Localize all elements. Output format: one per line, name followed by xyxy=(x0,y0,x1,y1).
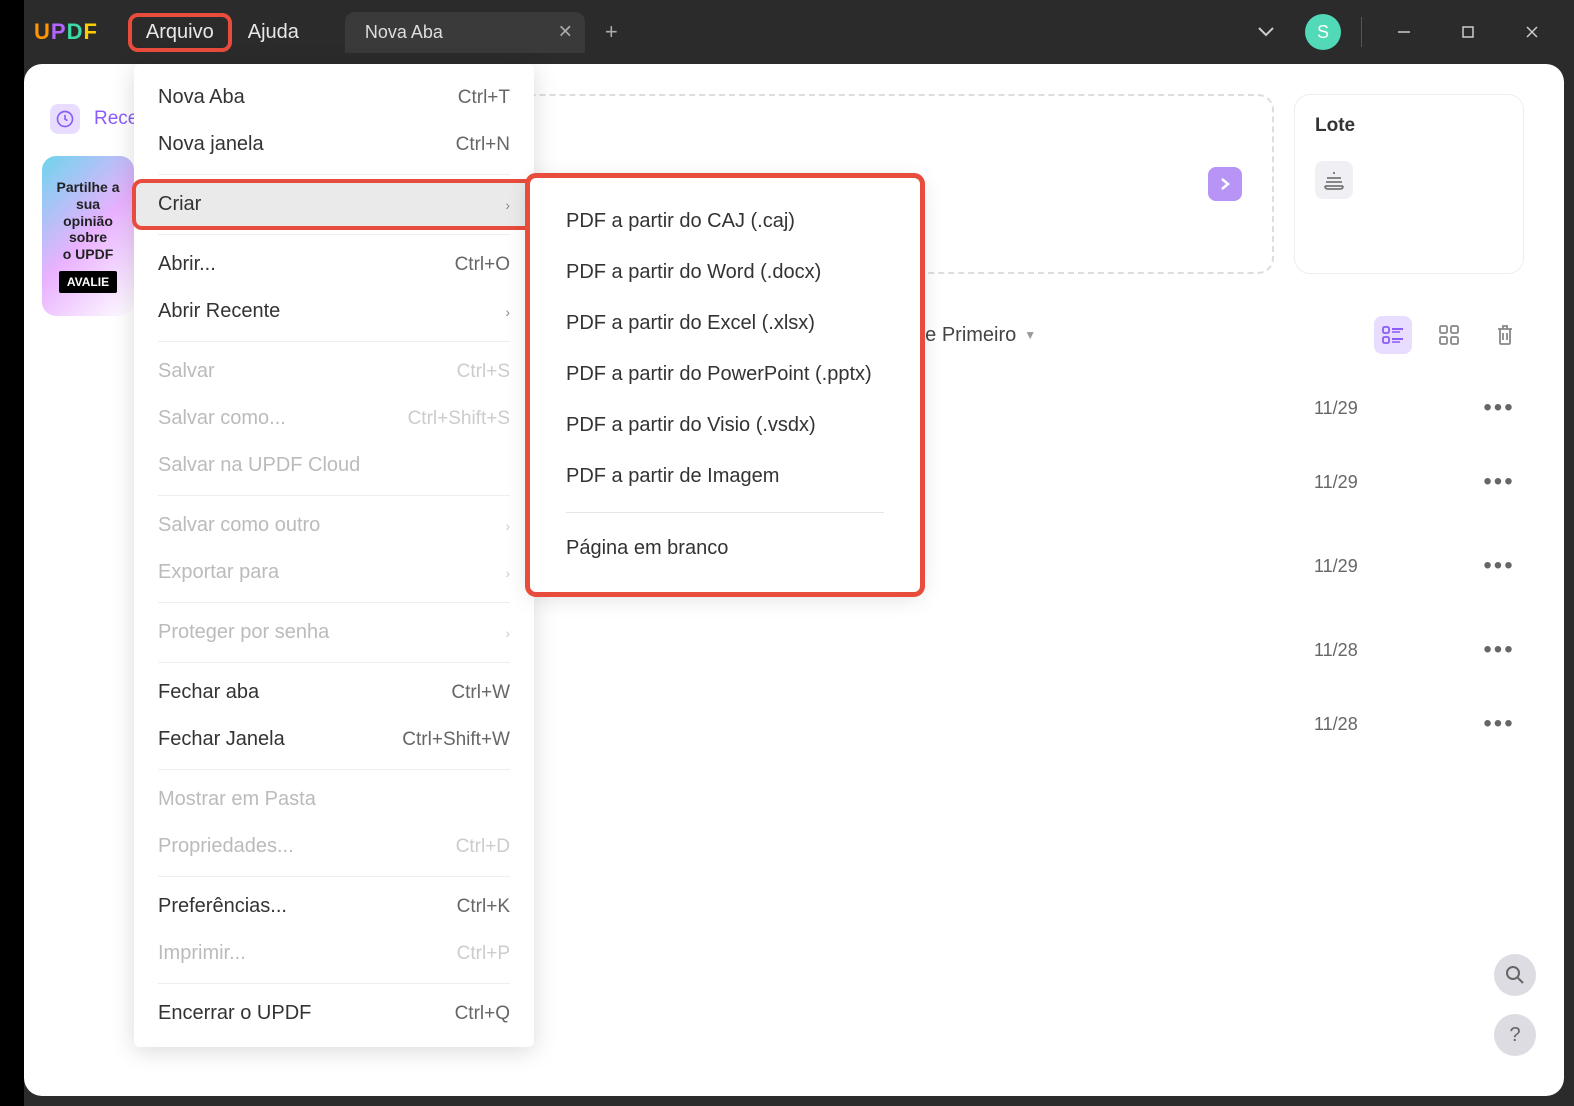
more-icon[interactable]: ••• xyxy=(1474,636,1524,664)
grid-view-button[interactable] xyxy=(1430,316,1468,354)
submenu-item-caj[interactable]: PDF a partir do CAJ (.caj) xyxy=(550,196,900,247)
menu-item-salvar-outro: Salvar como outro › xyxy=(134,502,534,549)
menu-item-salvar-como: Salvar como... Ctrl+Shift+S xyxy=(134,395,534,442)
help-button[interactable]: ? xyxy=(1494,1014,1536,1056)
chevron-right-icon: › xyxy=(505,565,510,581)
menu-separator xyxy=(158,983,510,984)
minimize-button[interactable] xyxy=(1382,18,1426,46)
menu-separator xyxy=(158,234,510,235)
close-window-button[interactable] xyxy=(1510,18,1554,46)
promo-text: Partilhe a sua opinião sobre o UPDF xyxy=(50,179,126,263)
submenu-item-visio[interactable]: PDF a partir do Visio (.vsdx) xyxy=(550,400,900,451)
menu-item-salvar: Salvar Ctrl+S xyxy=(134,348,534,395)
menu-arquivo-button[interactable]: Arquivo xyxy=(128,13,232,52)
close-icon[interactable]: ✕ xyxy=(558,22,573,43)
menu-item-abrir-recente[interactable]: Abrir Recente › xyxy=(134,288,534,335)
more-icon[interactable]: ••• xyxy=(1474,468,1524,496)
menu-separator xyxy=(158,769,510,770)
clock-icon xyxy=(50,104,80,134)
menu-item-abrir[interactable]: Abrir... Ctrl+O xyxy=(134,241,534,288)
menu-separator xyxy=(158,174,510,175)
chevron-right-icon: › xyxy=(505,197,510,213)
search-button[interactable] xyxy=(1494,954,1536,996)
menu-item-fechar-janela[interactable]: Fechar Janela Ctrl+Shift+W xyxy=(134,716,534,763)
submenu-criar: PDF a partir do CAJ (.caj) PDF a partir … xyxy=(530,178,920,592)
submenu-item-word[interactable]: PDF a partir do Word (.docx) xyxy=(550,247,900,298)
menu-item-encerrar[interactable]: Encerrar o UPDF Ctrl+Q xyxy=(134,990,534,1037)
menu-item-fechar-aba[interactable]: Fechar aba Ctrl+W xyxy=(134,669,534,716)
submenu-separator xyxy=(566,512,884,513)
app-logo: UPDF xyxy=(34,19,98,45)
file-date: 11/29 xyxy=(1314,398,1474,419)
chevron-right-icon[interactable] xyxy=(1208,167,1242,201)
avatar[interactable]: S xyxy=(1305,14,1341,50)
submenu-item-excel[interactable]: PDF a partir do Excel (.xlsx) xyxy=(550,298,900,349)
menu-item-preferencias[interactable]: Preferências... Ctrl+K xyxy=(134,883,534,930)
menu-ajuda-button[interactable]: Ajuda xyxy=(232,15,315,50)
more-icon[interactable]: ••• xyxy=(1474,710,1524,738)
triangle-down-icon: ▼ xyxy=(1024,328,1036,342)
titlebar: UPDF Arquivo Ajuda Nova Aba ✕ + S xyxy=(24,0,1574,64)
submenu-item-ppt[interactable]: PDF a partir do PowerPoint (.pptx) xyxy=(550,349,900,400)
menu-item-proteger: Proteger por senha › xyxy=(134,609,534,656)
add-tab-button[interactable]: + xyxy=(605,19,618,45)
chevron-right-icon: › xyxy=(505,304,510,320)
lote-card: Lote xyxy=(1294,94,1524,274)
menu-item-criar[interactable]: Criar › xyxy=(134,181,534,228)
trash-button[interactable] xyxy=(1486,316,1524,354)
list-view-button[interactable] xyxy=(1374,316,1412,354)
submenu-item-imagem[interactable]: PDF a partir de Imagem xyxy=(550,451,900,502)
menu-item-mostrar-pasta: Mostrar em Pasta xyxy=(134,776,534,823)
more-icon[interactable]: ••• xyxy=(1474,552,1524,580)
menu-arquivo-dropdown: Nova Aba Ctrl+T Nova janela Ctrl+N Criar… xyxy=(134,64,534,1047)
submenu-item-branco[interactable]: Página em branco xyxy=(550,523,900,574)
chevron-right-icon: › xyxy=(505,518,510,534)
menu-item-propriedades: Propriedades... Ctrl+D xyxy=(134,823,534,870)
maximize-button[interactable] xyxy=(1446,18,1490,46)
batch-icon[interactable] xyxy=(1315,161,1353,199)
menu-item-imprimir: Imprimir... Ctrl+P xyxy=(134,930,534,977)
menu-item-nova-janela[interactable]: Nova janela Ctrl+N xyxy=(134,121,534,168)
menu-separator xyxy=(158,602,510,603)
file-date: 11/29 xyxy=(1314,556,1474,577)
chevron-right-icon: › xyxy=(505,625,510,641)
promo-card[interactable]: Partilhe a sua opinião sobre o UPDF AVAL… xyxy=(42,156,134,316)
tab-label: Nova Aba xyxy=(365,22,443,42)
menu-separator xyxy=(158,495,510,496)
menu-separator xyxy=(158,876,510,877)
menu-separator xyxy=(158,341,510,342)
file-date: 11/28 xyxy=(1314,640,1474,661)
menu-item-nova-aba[interactable]: Nova Aba Ctrl+T xyxy=(134,74,534,121)
tab-nova-aba[interactable]: Nova Aba ✕ xyxy=(345,12,585,53)
lote-title: Lote xyxy=(1315,115,1503,137)
menu-item-salvar-cloud: Salvar na UPDF Cloud xyxy=(134,442,534,489)
file-date: 11/29 xyxy=(1314,472,1474,493)
divider xyxy=(1361,17,1362,47)
menu-separator xyxy=(158,662,510,663)
chevron-down-icon[interactable] xyxy=(1247,20,1285,44)
menu-item-exportar: Exportar para › xyxy=(134,549,534,596)
promo-cta-button[interactable]: AVALIE xyxy=(59,271,117,293)
file-date: 11/28 xyxy=(1314,714,1474,735)
more-icon[interactable]: ••• xyxy=(1474,394,1524,422)
